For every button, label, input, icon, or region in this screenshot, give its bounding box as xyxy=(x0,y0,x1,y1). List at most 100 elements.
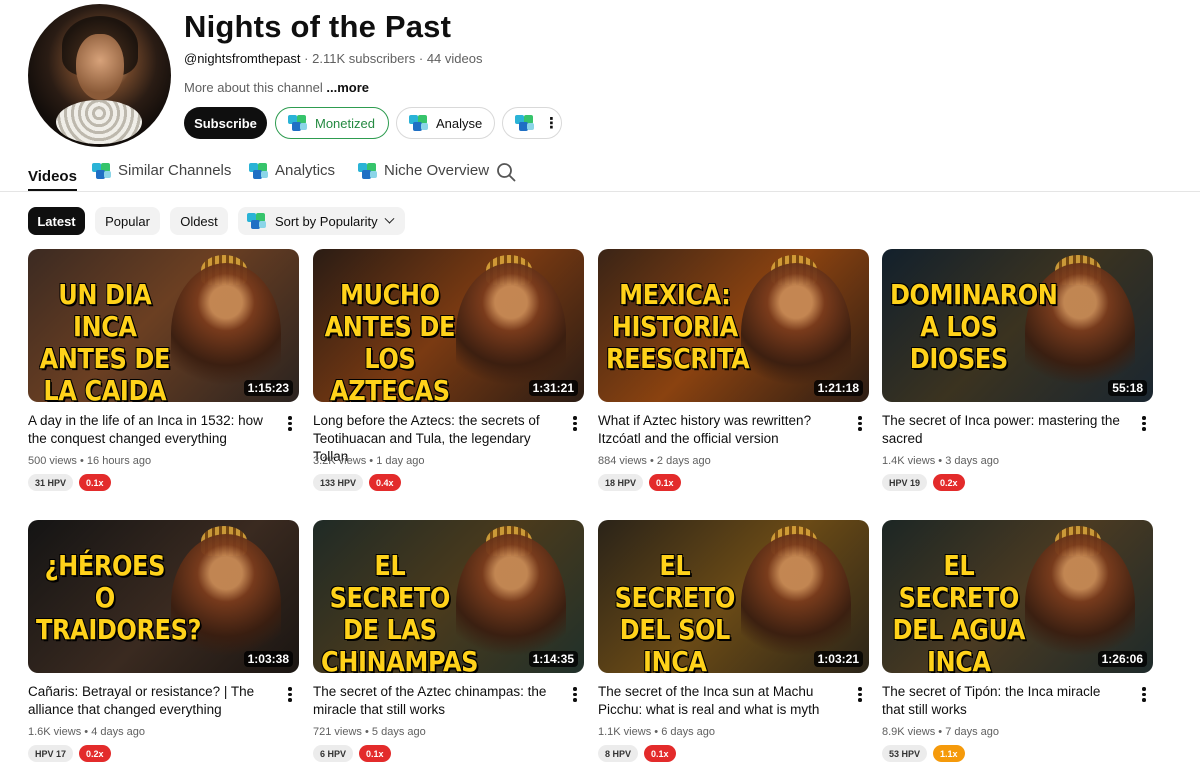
thumbnail-title-text: El secreto del sol Inca xyxy=(614,549,736,674)
video-thumbnail[interactable]: Un dia Inca antes de la caida 1:15:23 xyxy=(28,249,299,402)
video-card[interactable]: Mucho antes de los Aztecas 1:31:21 Long … xyxy=(313,249,584,491)
video-badges: HPV 17 0.2x xyxy=(28,745,111,762)
hpv-badge: 18 HPV xyxy=(598,474,644,491)
tab-niche-label: Niche Overview xyxy=(384,162,490,179)
sort-by-popularity-dropdown[interactable]: Sort by Popularity xyxy=(238,207,405,235)
view-count: 3.2K views xyxy=(313,455,367,467)
video-card[interactable]: El secreto del sol Inca 1:03:21 The secr… xyxy=(598,520,869,762)
extension-more-button[interactable]: ⋮ xyxy=(502,107,562,139)
video-title[interactable]: The secret of the Aztec chinampas: the m… xyxy=(313,683,553,719)
tab-analytics-label: Analytics xyxy=(275,162,336,179)
video-title[interactable]: Cañaris: Betrayal or resistance? | The a… xyxy=(28,683,268,719)
more-vert-icon: ⋮ xyxy=(544,114,559,132)
extension-logo-icon xyxy=(249,162,269,179)
more-link[interactable]: ...more xyxy=(326,80,369,95)
tab-analytics[interactable]: Analytics xyxy=(249,162,335,179)
video-more-icon[interactable] xyxy=(569,413,581,433)
video-title[interactable]: A day in the life of an Inca in 1532: ho… xyxy=(28,412,268,448)
video-card[interactable]: El secreto de las chinampas aztecas 1:14… xyxy=(313,520,584,762)
video-card[interactable]: El secreto del agua Inca 1:26:06 The sec… xyxy=(882,520,1153,762)
video-thumbnail[interactable]: El secreto del sol Inca 1:03:21 xyxy=(598,520,869,673)
channel-tabs: Videos Similar Channels Analytics Niche … xyxy=(0,152,1200,192)
video-meta: 1.4K views • 3 days ago xyxy=(882,455,999,467)
hpv-badge: HPV 17 xyxy=(28,745,74,762)
video-card[interactable]: Dominaron a los dioses 55:18 The secret … xyxy=(882,249,1153,491)
video-more-icon[interactable] xyxy=(1138,413,1150,433)
thumbnail-title-text: El secreto del agua Inca xyxy=(892,549,1026,674)
video-thumbnail[interactable]: El secreto del agua Inca 1:26:06 xyxy=(882,520,1153,673)
monetized-button[interactable]: Monetized xyxy=(275,107,389,139)
video-title[interactable]: The secret of the Inca sun at Machu Picc… xyxy=(598,683,838,719)
channel-title: Nights of the Past xyxy=(184,9,452,44)
video-badges: 6 HPV 0.1x xyxy=(313,745,391,762)
video-thumbnail[interactable]: Dominaron a los dioses 55:18 xyxy=(882,249,1153,402)
tab-similar-label: Similar Channels xyxy=(118,162,232,179)
filter-oldest-chip[interactable]: Oldest xyxy=(170,207,228,235)
view-count: 1.6K views xyxy=(28,726,82,738)
video-meta: 8.9K views • 7 days ago xyxy=(882,726,999,738)
video-more-icon[interactable] xyxy=(854,413,866,433)
extension-logo-icon xyxy=(515,115,535,131)
video-thumbnail[interactable]: Mexica: historia reescrita 1:21:18 xyxy=(598,249,869,402)
video-duration: 1:21:18 xyxy=(813,380,863,396)
thumbnail-title-text: El secreto de las chinampas aztecas xyxy=(321,549,479,674)
video-more-icon[interactable] xyxy=(284,684,296,704)
ratio-badge: 0.1x xyxy=(79,474,111,491)
tab-videos[interactable]: Videos xyxy=(28,162,77,191)
video-thumbnail[interactable]: ¿Héroes o traidores? 1:03:38 xyxy=(28,520,299,673)
meta-separator: · xyxy=(418,51,424,66)
video-more-icon[interactable] xyxy=(1138,684,1150,704)
subscriber-count: 2.11K subscribers xyxy=(312,51,416,66)
channel-avatar[interactable] xyxy=(28,4,171,147)
video-more-icon[interactable] xyxy=(854,684,866,704)
ratio-badge: 0.1x xyxy=(644,745,676,762)
upload-age: 4 days ago xyxy=(91,726,146,738)
thumbnail-title-text: ¿Héroes o traidores? xyxy=(36,549,202,646)
video-badges: 31 HPV 0.1x xyxy=(28,474,111,491)
extension-logo-icon xyxy=(247,213,267,229)
video-card[interactable]: ¿Héroes o traidores? 1:03:38 Cañaris: Be… xyxy=(28,520,299,762)
meta-separator: · xyxy=(304,51,309,66)
subscribe-button[interactable]: Subscribe xyxy=(184,107,267,139)
upload-age: 6 days ago xyxy=(661,726,716,738)
video-title[interactable]: The secret of Inca power: mastering the … xyxy=(882,412,1122,448)
tab-niche-overview[interactable]: Niche Overview xyxy=(358,162,489,179)
channel-handle: @nightsfromthepast xyxy=(184,51,301,66)
video-thumbnail[interactable]: Mucho antes de los Aztecas 1:31:21 xyxy=(313,249,584,402)
video-meta: 1.1K views • 6 days ago xyxy=(598,726,715,738)
meta-dot: • xyxy=(79,455,87,467)
ratio-badge: 0.2x xyxy=(79,745,111,762)
video-more-icon[interactable] xyxy=(284,413,296,433)
extension-logo-icon xyxy=(92,162,112,179)
tab-similar-channels[interactable]: Similar Channels xyxy=(92,162,231,179)
video-meta: 721 views • 5 days ago xyxy=(313,726,426,738)
chevron-down-icon xyxy=(384,213,395,224)
video-badges: 8 HPV 0.1x xyxy=(598,745,676,762)
video-count: 44 videos xyxy=(426,51,483,66)
channel-about-link[interactable]: More about this channel ...more xyxy=(184,80,369,95)
video-card[interactable]: Mexica: historia reescrita 1:21:18 What … xyxy=(598,249,869,491)
upload-age: 5 days ago xyxy=(371,726,426,738)
upload-age: 2 days ago xyxy=(656,455,711,467)
upload-age: 1 day ago xyxy=(376,455,425,467)
video-duration: 1:14:35 xyxy=(528,651,578,667)
view-count: 1.1K views xyxy=(598,726,652,738)
video-card[interactable]: Un dia Inca antes de la caida 1:15:23 A … xyxy=(28,249,299,491)
extension-logo-icon xyxy=(288,115,308,131)
thumbnail-title-text: Mexica: historia reescrita xyxy=(606,278,750,375)
video-title[interactable]: What if Aztec history was rewritten? Itz… xyxy=(598,412,838,448)
analyse-button[interactable]: Analyse xyxy=(396,107,495,139)
avatar-face xyxy=(76,34,124,100)
filter-popular-chip[interactable]: Popular xyxy=(95,207,160,235)
video-title[interactable]: The secret of Tipón: the Inca miracle th… xyxy=(882,683,1122,719)
search-icon[interactable] xyxy=(496,162,516,182)
filter-latest-chip[interactable]: Latest xyxy=(28,207,85,235)
ratio-badge: 0.1x xyxy=(359,745,391,762)
video-meta: 3.2K views • 1 day ago xyxy=(313,455,425,467)
analyse-label: Analyse xyxy=(436,115,483,131)
monetized-label: Monetized xyxy=(315,115,375,131)
hpv-badge: 133 HPV xyxy=(313,474,364,491)
view-count: 884 views xyxy=(598,455,647,467)
video-more-icon[interactable] xyxy=(569,684,581,704)
video-thumbnail[interactable]: El secreto de las chinampas aztecas 1:14… xyxy=(313,520,584,673)
